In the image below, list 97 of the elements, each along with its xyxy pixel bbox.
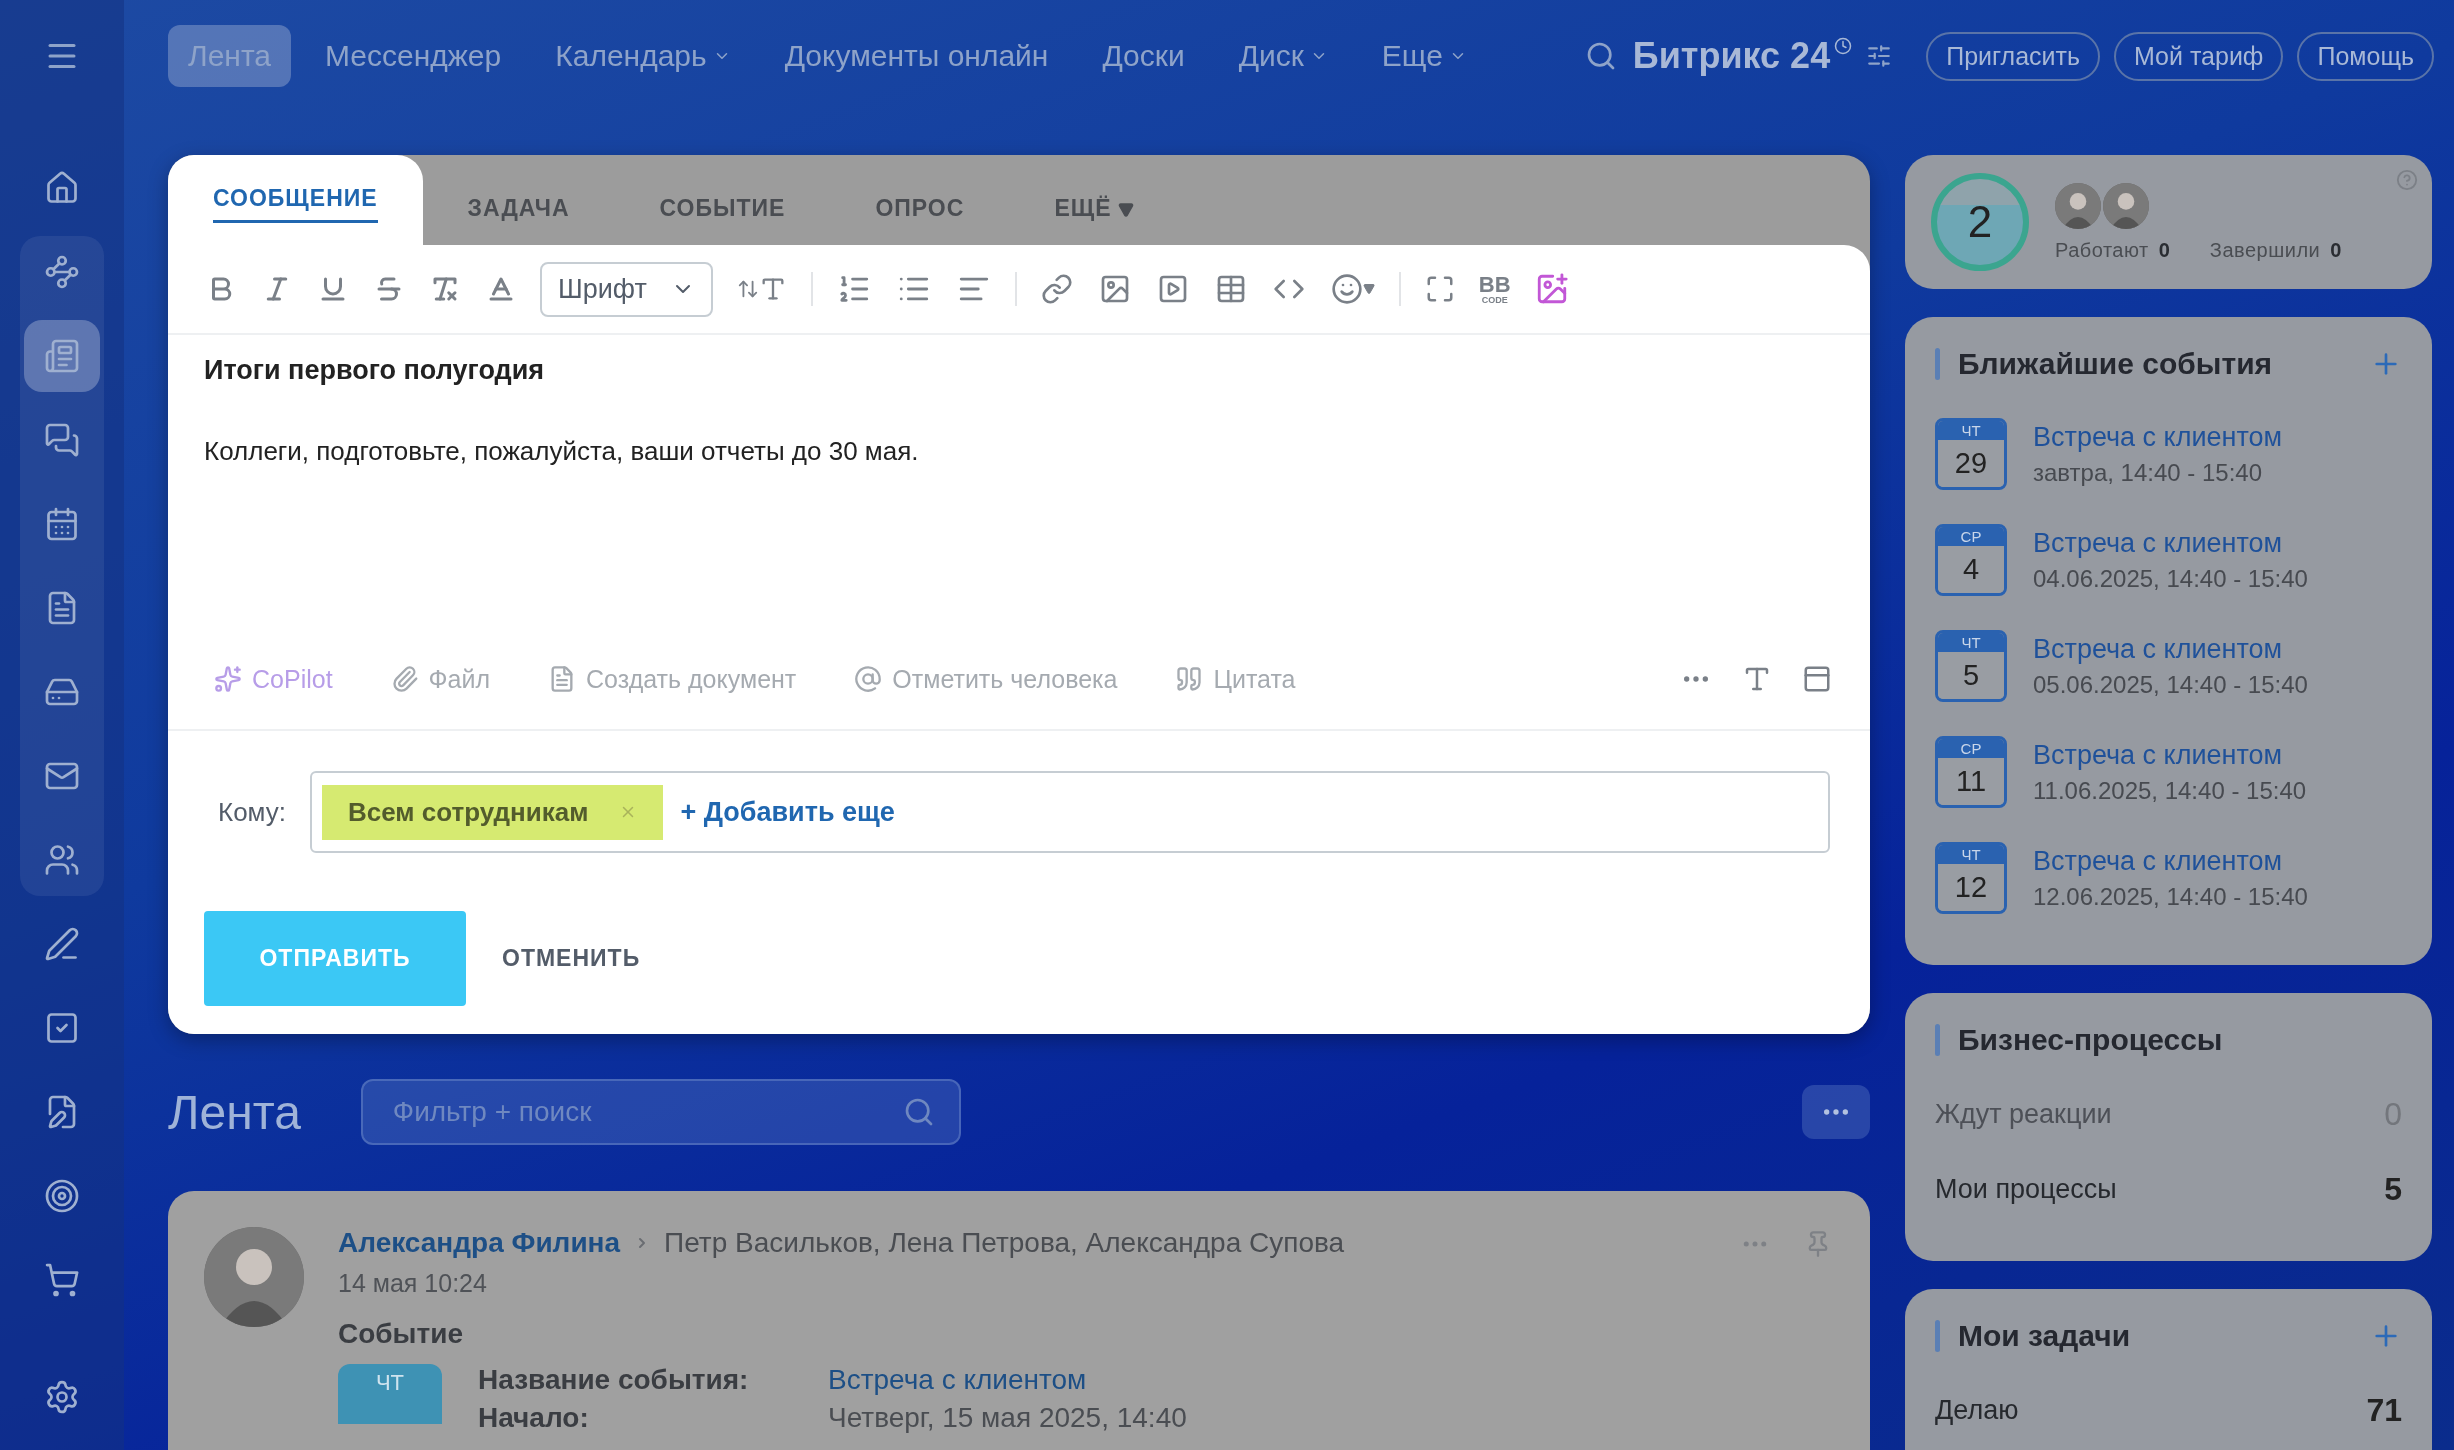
counter-label[interactable]: Ждут реакции <box>1935 1099 2112 1130</box>
event-link[interactable]: Встреча с клиентом <box>828 1364 1187 1396</box>
paperclip-icon[interactable] <box>390 665 419 693</box>
attach-action[interactable]: Файл <box>390 664 491 694</box>
worker-count: 2 <box>1931 173 2029 271</box>
header-button[interactable]: Помощь <box>2297 31 2434 81</box>
stat-label: Завершили <box>2209 238 2321 261</box>
calendar-icon: ЧТ 12 <box>1935 842 2007 914</box>
editor-tab[interactable]: ЕЩЁ <box>1009 175 1179 245</box>
chat-icon[interactable] <box>44 422 80 458</box>
post-type: Событие <box>338 1318 465 1350</box>
link-icon[interactable] <box>1040 273 1073 305</box>
calendar-icon: ЧТ <box>338 1364 442 1424</box>
accent-bar <box>1935 348 1940 380</box>
post-recipients: Петр Васильков, Лена Петрова, Александра Супова <box>664 1227 1345 1259</box>
event-link[interactable]: Встреча с клиентом <box>2033 633 2308 665</box>
send-button[interactable]: ОТПРАВИТЬ <box>204 911 466 1006</box>
event-time: 05.06.2025, 14:40 - 15:40 <box>2033 670 2308 699</box>
sparkle-icon[interactable] <box>214 665 242 693</box>
font-select[interactable]: Шрифт <box>540 261 713 317</box>
nav-item[interactable]: Лента <box>168 25 292 87</box>
nav-item[interactable]: Еще <box>1361 25 1487 87</box>
editor-tab[interactable]: СООБЩЕНИЕ <box>168 155 423 245</box>
card-title: Бизнес-процессы <box>1958 1023 2224 1057</box>
settings-icon[interactable] <box>44 1379 80 1415</box>
cart-icon[interactable] <box>44 1262 80 1298</box>
sliders-icon[interactable] <box>1866 43 1893 69</box>
newspaper-icon[interactable] <box>44 338 80 374</box>
calendar-icon: СР 11 <box>1935 736 2007 808</box>
post-time: 14 мая 10:24 <box>338 1269 488 1298</box>
counter-label[interactable]: Мои процессы <box>1935 1174 2117 1205</box>
card-title: Мои задачи <box>1958 1319 2132 1353</box>
emoji-icon[interactable] <box>1330 273 1363 305</box>
target-icon[interactable] <box>44 1178 80 1214</box>
nav-item[interactable]: Доски <box>1082 25 1205 87</box>
header-button[interactable]: Пригласить <box>1926 31 2100 81</box>
add-recipient-link[interactable]: + Добавить еще <box>680 796 895 828</box>
counter-label[interactable]: Делаю <box>1935 1395 2019 1426</box>
recipient-tag[interactable]: Всем сотрудникам <box>322 784 663 840</box>
feed-title: Лента <box>168 1084 301 1140</box>
stat-label: Работают <box>2055 238 2149 261</box>
clock-icon <box>1834 37 1853 55</box>
at-icon[interactable] <box>854 665 883 693</box>
nav-item[interactable]: Документы онлайн <box>764 25 1069 87</box>
sidebar-item[interactable] <box>24 320 100 392</box>
bbcode-button[interactable]: BB CODE <box>1478 273 1511 305</box>
event-link[interactable]: Встреча с клиентом <box>2033 845 2308 877</box>
caret-icon[interactable] <box>1362 283 1375 295</box>
message-text: Коллеги, подготовьте, пожалуйста, ваши отчеты до 30 мая. <box>204 436 920 467</box>
stat-value: 0 <box>2330 238 2342 261</box>
recipient-label: Кому: <box>218 796 287 828</box>
attach-action[interactable]: Отметить человека <box>854 664 1118 694</box>
brand-logo: Битрикс 24 <box>1632 35 1831 77</box>
field-label: Начало: <box>478 1402 590 1434</box>
editor-tab[interactable]: ОПРОС <box>830 175 1010 245</box>
accent-bar <box>1935 1024 1940 1056</box>
search-field[interactable]: Фильтр + поиск <box>360 1079 961 1145</box>
event-time: 04.06.2025, 14:40 - 15:40 <box>2033 564 2308 593</box>
event-link[interactable]: Встреча с клиентом <box>2033 739 2307 771</box>
calendar-icon: ЧТ 5 <box>1935 630 2007 702</box>
message-title: Итоги первого полугодия <box>204 355 545 386</box>
home-icon[interactable] <box>44 170 80 206</box>
nav-item[interactable]: Календарь <box>535 25 751 87</box>
recipient-field[interactable]: Всем сотрудникам + Добавить еще <box>310 771 1830 853</box>
nodes-icon[interactable] <box>44 254 80 290</box>
editor-tab[interactable]: ЗАДАЧА <box>422 175 615 245</box>
event-time: 11.06.2025, 14:40 - 15:40 <box>2033 776 2307 805</box>
attach-action[interactable]: CoPilot <box>214 664 333 694</box>
calendar-icon: ЧТ 29 <box>1935 418 2007 490</box>
attach-action[interactable]: Цитата <box>1175 664 1296 694</box>
stat-value: 0 <box>2158 238 2170 261</box>
people-icon[interactable] <box>44 842 80 878</box>
calendar-icon[interactable] <box>44 506 80 542</box>
header-button[interactable]: Мой тариф <box>2114 31 2284 81</box>
cancel-button[interactable]: ОТМЕНИТЬ <box>492 935 651 982</box>
card-title: Ближайшие события <box>1958 347 2274 381</box>
editor-tab[interactable]: СОБЫТИЕ <box>614 175 831 245</box>
event-time: 12.06.2025, 14:40 - 15:40 <box>2033 882 2308 911</box>
calendar-icon: СР 4 <box>1935 524 2007 596</box>
counter-value: 5 <box>2384 1171 2402 1208</box>
event-time: завтра, 14:40 - 15:40 <box>2033 458 2264 487</box>
checkbox-icon[interactable] <box>44 1010 80 1046</box>
arrows-icon[interactable] <box>736 278 759 300</box>
panel-icon[interactable] <box>1802 664 1832 694</box>
field-label: Название события: <box>478 1364 750 1396</box>
attach-action[interactable]: Создать документ <box>548 664 797 694</box>
nav-item[interactable]: Диск <box>1218 25 1348 87</box>
field-value: Четверг, 15 мая 2025, 14:40 <box>828 1402 1187 1434</box>
quote-icon[interactable] <box>1175 665 1204 693</box>
event-link[interactable]: Встреча с клиентом <box>2033 527 2308 559</box>
event-link[interactable]: Встреча с клиентом <box>2033 421 2283 453</box>
pen-icon[interactable] <box>44 926 80 962</box>
nav-item[interactable]: Мессенджер <box>305 25 522 87</box>
counter-value: 71 <box>2366 1392 2402 1429</box>
more-button[interactable] <box>1802 1085 1870 1139</box>
accent-bar <box>1935 1320 1940 1352</box>
author-link[interactable]: Александра Филина <box>338 1227 621 1259</box>
